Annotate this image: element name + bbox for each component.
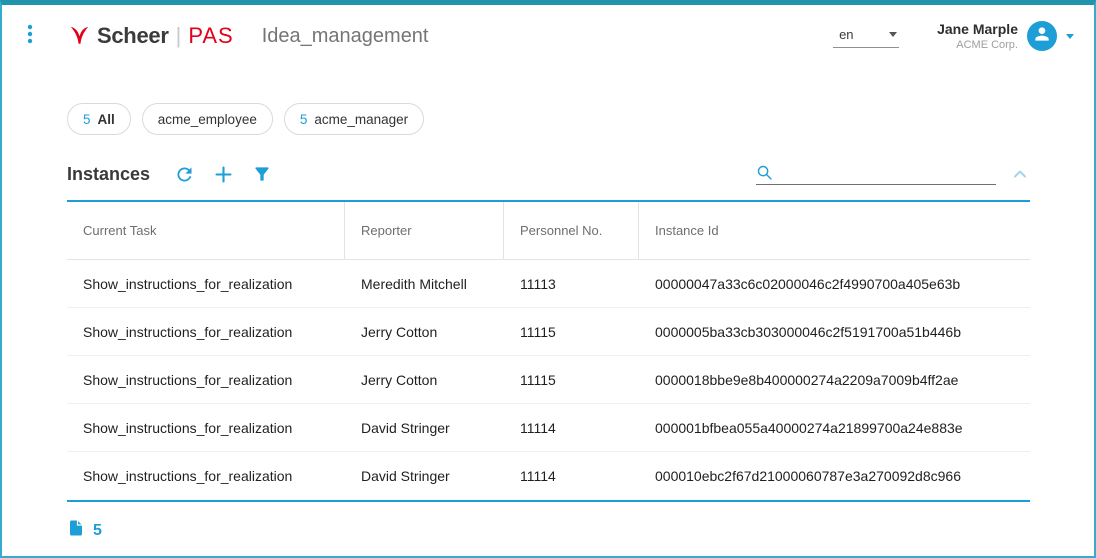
cell-current-task: Show_instructions_for_realization: [67, 260, 345, 307]
cell-current-task: Show_instructions_for_realization: [67, 452, 345, 500]
cell-current-task: Show_instructions_for_realization: [67, 404, 345, 451]
instances-toolbar: Instances: [67, 157, 1030, 191]
user-menu[interactable]: Jane Marple ACME Corp.: [937, 21, 1074, 51]
user-name: Jane Marple: [937, 21, 1018, 37]
table-header: Current Task Reporter Personnel No. Inst…: [67, 202, 1030, 260]
search-input[interactable]: [779, 164, 996, 180]
filter-button[interactable]: [252, 164, 272, 184]
search-icon: [756, 164, 773, 181]
avatar: [1027, 21, 1057, 51]
chip-count: 5: [83, 112, 91, 127]
instances-table: Current Task Reporter Personnel No. Inst…: [67, 200, 1030, 502]
cell-instance-id: 0000005ba33cb303000046c2f5191700a51b446b: [639, 308, 1030, 355]
column-header-personnel-no: Personnel No.: [504, 202, 639, 259]
chip-label: acme_employee: [158, 112, 257, 127]
cell-reporter: Jerry Cotton: [345, 356, 504, 403]
cell-instance-id: 00000047a33c6c02000046c2f4990700a405e63b: [639, 260, 1030, 307]
logo-text-pas: PAS: [188, 23, 233, 49]
chip-label: acme_manager: [314, 112, 408, 127]
menu-button[interactable]: [18, 19, 42, 54]
column-header-instance-id: Instance Id: [639, 202, 1030, 259]
person-icon: [1032, 24, 1052, 49]
role-filter-chips: 5 All acme_employee 5 acme_manager: [67, 103, 1030, 135]
table-row[interactable]: Show_instructions_for_realization Jerry …: [67, 308, 1030, 356]
collapse-panel-button[interactable]: [1010, 164, 1030, 184]
page-title: Idea_management: [262, 25, 429, 48]
user-organization: ACME Corp.: [937, 39, 1018, 51]
document-icon: [67, 518, 85, 543]
kebab-menu-icon: [22, 23, 38, 50]
cell-personnel-no: 11113: [504, 260, 639, 307]
cell-personnel-no: 11114: [504, 452, 639, 500]
language-value: en: [839, 27, 853, 42]
table-row[interactable]: Show_instructions_for_realization David …: [67, 404, 1030, 452]
logo-text-scheer: Scheer: [97, 23, 169, 49]
cell-current-task: Show_instructions_for_realization: [67, 308, 345, 355]
cell-current-task: Show_instructions_for_realization: [67, 356, 345, 403]
filter-chip-acme-employee[interactable]: acme_employee: [142, 103, 273, 135]
chip-count: 5: [300, 112, 308, 127]
cell-reporter: David Stringer: [345, 404, 504, 451]
scheer-pas-logo: Scheer | PAS: [68, 23, 234, 49]
cell-personnel-no: 11114: [504, 404, 639, 451]
cell-personnel-no: 11115: [504, 308, 639, 355]
chevron-down-icon: [889, 32, 897, 37]
cell-instance-id: 000010ebc2f67d21000060787e3a270092d8c966: [639, 452, 1030, 500]
filter-chip-all[interactable]: 5 All: [67, 103, 131, 135]
cell-personnel-no: 11115: [504, 356, 639, 403]
result-count-value: 5: [93, 522, 102, 540]
chevron-down-icon: [1066, 34, 1074, 39]
column-header-current-task: Current Task: [67, 202, 345, 259]
column-header-reporter: Reporter: [345, 202, 504, 259]
cell-reporter: Jerry Cotton: [345, 308, 504, 355]
add-instance-button[interactable]: [213, 164, 234, 185]
cell-instance-id: 0000018bbe9e8b400000274a2209a7009b4ff2ae: [639, 356, 1030, 403]
main-content: 5 All acme_employee 5 acme_manager Insta…: [2, 103, 1094, 543]
app-window: Scheer | PAS Idea_management en Jane Mar…: [0, 0, 1096, 558]
cell-reporter: David Stringer: [345, 452, 504, 500]
table-row[interactable]: Show_instructions_for_realization David …: [67, 452, 1030, 500]
refresh-button[interactable]: [174, 164, 195, 185]
user-info: Jane Marple ACME Corp.: [937, 21, 1018, 51]
table-row[interactable]: Show_instructions_for_realization Jerry …: [67, 356, 1030, 404]
cell-instance-id: 000001bfbea055a40000274a21899700a24e883e: [639, 404, 1030, 451]
result-count: 5: [67, 518, 1030, 543]
search-field: [756, 164, 996, 185]
topbar: Scheer | PAS Idea_management en Jane Mar…: [2, 5, 1094, 67]
section-title: Instances: [67, 164, 150, 185]
logo-divider: |: [176, 23, 182, 49]
table-row[interactable]: Show_instructions_for_realization Meredi…: [67, 260, 1030, 308]
cell-reporter: Meredith Mitchell: [345, 260, 504, 307]
search-area: [756, 164, 1030, 185]
filter-chip-acme-manager[interactable]: 5 acme_manager: [284, 103, 424, 135]
scheer-logo-icon: [68, 25, 91, 48]
chip-label: All: [98, 112, 115, 127]
language-select[interactable]: en: [833, 25, 899, 48]
